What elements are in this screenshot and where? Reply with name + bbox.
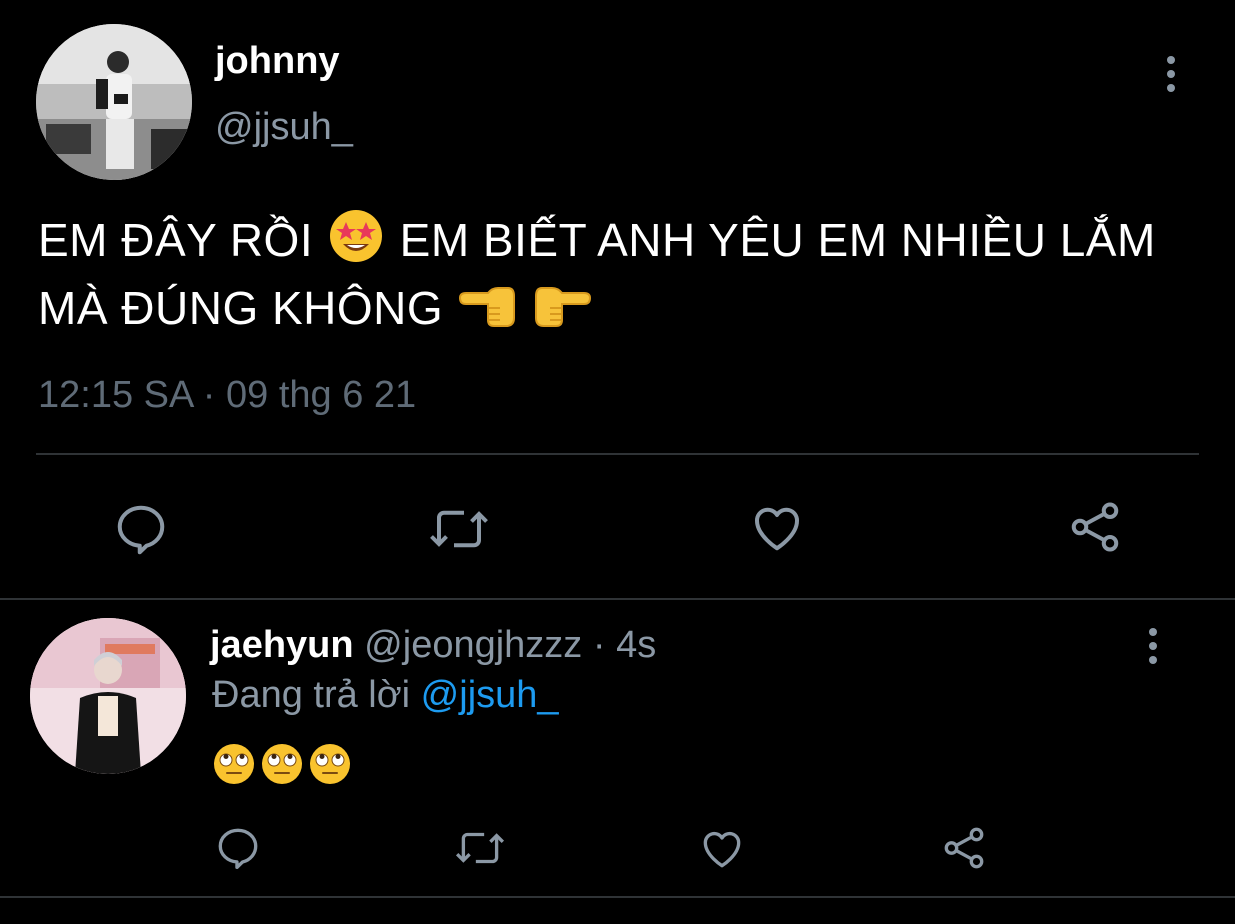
main-tweet: johnny @jjsuh_ EM ĐÂY RỒI EM BIẾT ANH YÊ… [0,0,1235,600]
share-button[interactable] [938,822,990,874]
like-button[interactable] [744,494,810,560]
retweet-icon [455,832,505,864]
like-icon [754,507,800,551]
reply-button[interactable] [108,496,174,562]
reply-text [212,742,352,786]
divider [0,598,1235,600]
avatar[interactable] [30,618,186,774]
like-button[interactable] [696,822,748,874]
replying-label: Đang trả lời [212,674,411,716]
avatar-photo-jaehyun [30,618,186,774]
reply-icon [117,505,165,555]
tweet-timestamp[interactable]: 12:15 SA · 09 thg 6 21 [38,374,416,417]
tweet-text: EM ĐÂY RỒI EM BIẾT ANH YÊU EM NHIỀU LẮM … [38,208,1188,344]
more-dot-icon [1149,642,1157,650]
author-display-name[interactable]: johnny [215,40,340,83]
retweet-icon [430,510,488,548]
share-icon [1071,502,1119,552]
reply-header: jaehyun @jeongjhzzz · 4s [210,624,656,667]
face-with-rolling-eyes-icon [214,744,254,784]
divider [36,453,1199,455]
face-with-rolling-eyes-icon [310,744,350,784]
reply-display-name[interactable]: jaehyun [210,624,354,666]
avatar-photo-johnny [36,24,192,180]
replying-to: Đang trả lời @jjsuh_ [212,674,559,717]
more-options-button[interactable] [1159,50,1183,98]
reply-time[interactable]: 4s [616,624,656,666]
face-with-rolling-eyes-icon [262,744,302,784]
more-options-button[interactable] [1141,622,1165,670]
backhand-index-pointing-right-icon [534,276,592,344]
more-dot-icon [1149,656,1157,664]
share-icon [944,827,984,869]
share-button[interactable] [1062,494,1128,560]
reply-icon [218,828,258,870]
reply-button[interactable] [212,822,264,874]
more-dot-icon [1149,628,1157,636]
tweet-text-part1: EM ĐÂY RỒI [38,214,314,266]
more-dot-icon [1167,56,1175,64]
star-struck-face-icon [328,208,384,276]
like-icon [703,831,741,868]
replying-to-mention[interactable]: @jjsuh_ [421,674,559,716]
reply-separator: · [592,624,606,666]
more-dot-icon [1167,84,1175,92]
retweet-button[interactable] [452,822,508,874]
backhand-index-pointing-left-icon [458,276,516,344]
author-handle[interactable]: @jjsuh_ [215,106,353,149]
more-dot-icon [1167,70,1175,78]
reply-handle[interactable]: @jeongjhzzz [364,624,582,666]
avatar[interactable] [36,24,192,180]
divider [0,896,1235,898]
retweet-button[interactable] [424,496,494,562]
